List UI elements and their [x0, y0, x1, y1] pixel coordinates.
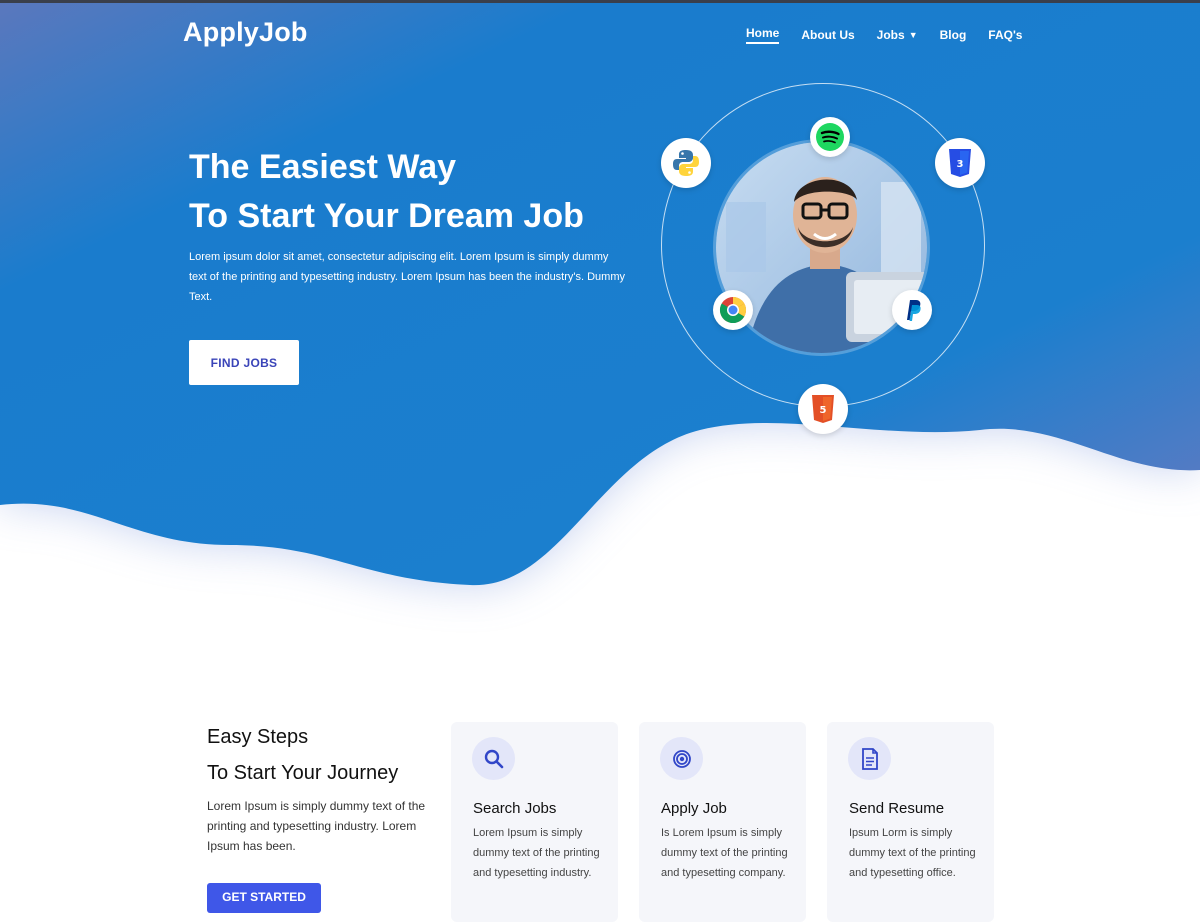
spotify-icon: [810, 117, 850, 157]
step-card-text: Ipsum Lorm is simply dummy text of the p…: [849, 827, 976, 879]
steps-heading-line1: Easy Steps: [207, 726, 309, 748]
top-border: [0, 0, 1200, 3]
chrome-icon: [713, 290, 753, 330]
html5-icon: 5: [798, 384, 848, 434]
document-icon: [848, 737, 891, 780]
step-card-send-resume[interactable]: Send Resume Ipsum Lorm is simply dummy t…: [827, 722, 994, 922]
nav-item-about-us[interactable]: About Us: [801, 26, 854, 44]
step-card-text: Is Lorem Ipsum is simply dummy text of t…: [661, 827, 788, 879]
step-card-title: Search Jobs: [473, 800, 557, 817]
paypal-icon: [892, 290, 932, 330]
step-card-title: Send Resume: [849, 800, 945, 817]
hero-description: Lorem ipsum dolor sit amet, consectetur …: [189, 251, 626, 303]
svg-text:3: 3: [957, 159, 964, 170]
nav-item-jobs[interactable]: Jobs ▼: [877, 26, 918, 44]
hero-title-line1: The Easiest Way: [189, 148, 457, 186]
hero-title: The Easiest Way To Start Your Dream Job: [189, 143, 584, 241]
search-icon: [472, 737, 515, 780]
steps-heading: Easy Steps To Start Your Journey: [207, 719, 398, 791]
nav-item-jobs-label: Jobs: [876, 28, 905, 42]
hero-section: [0, 0, 1200, 660]
nav-item-blog[interactable]: Blog: [940, 26, 967, 44]
nav-item-faqs[interactable]: FAQ's: [988, 26, 1022, 44]
nav-item-home[interactable]: Home: [746, 26, 780, 44]
target-icon: [660, 737, 703, 780]
hero-title-line2: To Start Your Dream Job: [189, 197, 584, 235]
python-icon: [661, 138, 711, 188]
get-started-button[interactable]: GET STARTED: [207, 883, 321, 913]
main-nav: Home About Us Jobs ▼ Blog FAQ's: [746, 26, 1044, 44]
step-card-search-jobs[interactable]: Search Jobs Lorem Ipsum is simply dummy …: [451, 722, 618, 922]
hero-background: [0, 0, 1200, 660]
step-card-text: Lorem Ipsum is simply dummy text of the …: [473, 827, 600, 879]
step-card-apply-job[interactable]: Apply Job Is Lorem Ipsum is simply dummy…: [639, 722, 806, 922]
css3-icon: 3: [935, 138, 985, 188]
svg-text:5: 5: [820, 405, 827, 416]
step-card-title: Apply Job: [661, 800, 727, 817]
find-jobs-button[interactable]: FIND JOBS: [189, 340, 299, 385]
chevron-down-icon: ▼: [908, 30, 918, 40]
steps-heading-line2: To Start Your Journey: [207, 762, 399, 784]
brand-logo[interactable]: ApplyJob: [183, 17, 308, 48]
steps-description: Lorem Ipsum is simply dummy text of the …: [207, 799, 426, 853]
